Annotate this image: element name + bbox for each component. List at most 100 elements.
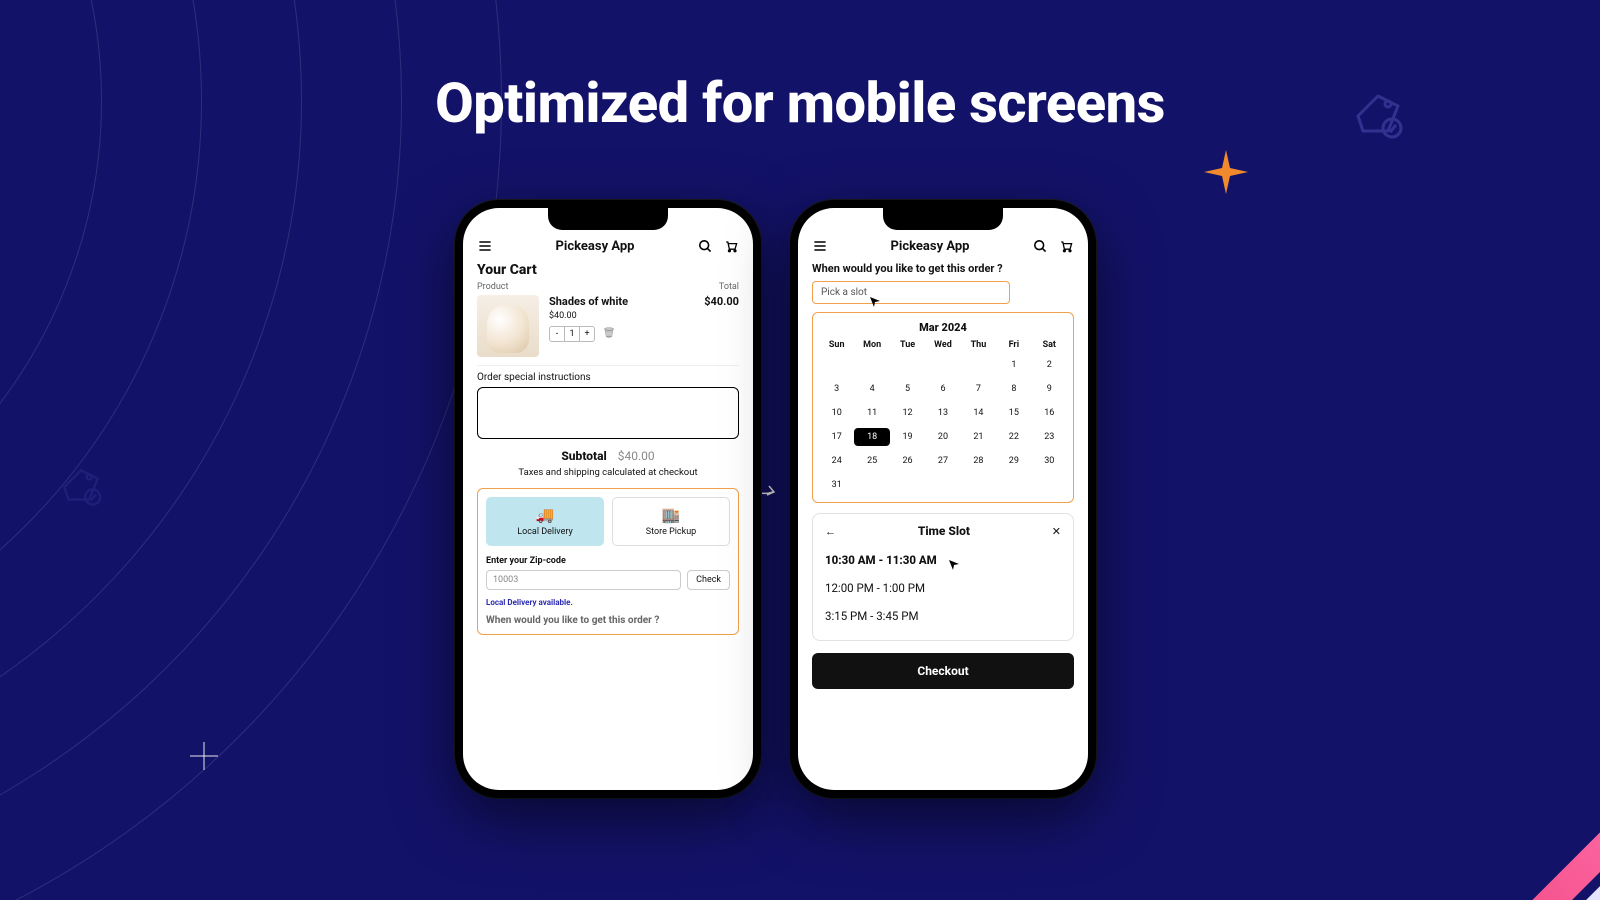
calendar-day[interactable]: 15 xyxy=(996,404,1031,422)
tag-check-icon xyxy=(1348,86,1408,146)
delivery-availability: Local Delivery available. xyxy=(486,598,730,607)
calendar-day[interactable]: 23 xyxy=(1032,428,1067,446)
calendar-day[interactable]: 28 xyxy=(961,452,996,470)
app-title: Pickeasy App xyxy=(556,239,635,254)
calendar-empty xyxy=(854,356,889,374)
calendar-day[interactable]: 3 xyxy=(819,380,854,398)
weekday-header: Thu xyxy=(961,340,996,350)
product-thumbnail[interactable] xyxy=(477,295,539,357)
weekday-header: Sat xyxy=(1032,340,1067,350)
special-instructions-label: Order special instructions xyxy=(477,372,739,383)
calendar-empty xyxy=(1032,476,1067,494)
sparkle-icon xyxy=(1204,150,1248,194)
calendar-day[interactable]: 8 xyxy=(996,380,1031,398)
app-title: Pickeasy App xyxy=(891,239,970,254)
phone-notch xyxy=(548,208,668,230)
timeslot-panel: ← Time Slot ✕ 10:30 AM - 11:30 AM 12:00 … xyxy=(812,513,1074,641)
calendar-day[interactable]: 25 xyxy=(854,452,889,470)
app-bar: Pickeasy App xyxy=(477,238,739,254)
method-store-pickup[interactable]: 🏬 Store Pickup xyxy=(612,497,730,546)
back-icon[interactable]: ← xyxy=(825,525,836,538)
hamburger-icon[interactable] xyxy=(477,238,493,254)
calendar-day[interactable]: 19 xyxy=(890,428,925,446)
col-product: Product xyxy=(477,282,508,292)
subtotal-label: Subtotal xyxy=(561,449,606,463)
col-total: Total xyxy=(719,282,739,292)
search-icon[interactable] xyxy=(1032,238,1048,254)
subtotal-row: Subtotal $40.00 xyxy=(477,449,739,463)
calendar-day[interactable]: 11 xyxy=(854,404,889,422)
calendar-day[interactable]: 27 xyxy=(925,452,960,470)
zip-check-button[interactable]: Check xyxy=(687,570,730,590)
calendar-empty xyxy=(925,476,960,494)
calendar-day[interactable]: 26 xyxy=(890,452,925,470)
weekday-header: Tue xyxy=(890,340,925,350)
method-label: Store Pickup xyxy=(617,527,725,537)
weekday-header: Sun xyxy=(819,340,854,350)
tag-check-icon xyxy=(56,462,106,512)
calendar-day[interactable]: 20 xyxy=(925,428,960,446)
truck-icon: 🚚 xyxy=(491,506,599,524)
subtotal-amount: $40.00 xyxy=(618,449,655,463)
hamburger-icon[interactable] xyxy=(812,238,828,254)
cursor-icon xyxy=(949,560,959,570)
calendar-day[interactable]: 4 xyxy=(854,380,889,398)
calendar-day[interactable]: 9 xyxy=(1032,380,1067,398)
zip-label: Enter your Zip-code xyxy=(486,556,730,566)
quantity-stepper[interactable]: - 1 + xyxy=(549,326,595,342)
qty-plus[interactable]: + xyxy=(580,327,594,341)
calendar-empty xyxy=(819,356,854,374)
calendar-day[interactable]: 6 xyxy=(925,380,960,398)
weekday-header: Mon xyxy=(854,340,889,350)
calendar-day[interactable]: 1 xyxy=(996,356,1031,374)
calendar-day[interactable]: 2 xyxy=(1032,356,1067,374)
close-icon[interactable]: ✕ xyxy=(1052,525,1061,538)
calendar-day[interactable]: 12 xyxy=(890,404,925,422)
timeslot-option[interactable]: 3:15 PM - 3:45 PM xyxy=(825,602,1061,630)
schedule-prompt: When would you like to get this order ? xyxy=(486,615,730,626)
calendar-day[interactable]: 31 xyxy=(819,476,854,494)
app-bar: Pickeasy App xyxy=(812,238,1074,254)
calendar-empty xyxy=(890,476,925,494)
calendar-day[interactable]: 22 xyxy=(996,428,1031,446)
calendar-day[interactable]: 7 xyxy=(961,380,996,398)
phone-mockup-schedule: Pickeasy App When would you like to get … xyxy=(790,200,1096,798)
special-instructions-input[interactable] xyxy=(477,387,739,439)
cursor-icon xyxy=(870,297,880,307)
calendar-day[interactable]: 16 xyxy=(1032,404,1067,422)
calendar-day[interactable]: 29 xyxy=(996,452,1031,470)
calendar-empty xyxy=(996,476,1031,494)
calendar-day[interactable]: 17 xyxy=(819,428,854,446)
calendar-day[interactable]: 5 xyxy=(890,380,925,398)
slot-picker-input[interactable]: Pick a slot xyxy=(812,281,1010,304)
calendar-day[interactable]: 24 xyxy=(819,452,854,470)
calendar-empty xyxy=(961,356,996,374)
weekday-header: Fri xyxy=(996,340,1031,350)
calendar-day[interactable]: 14 xyxy=(961,404,996,422)
method-label: Local Delivery xyxy=(491,527,599,537)
qty-minus[interactable]: - xyxy=(550,327,564,341)
timeslot-option[interactable]: 10:30 AM - 11:30 AM xyxy=(825,546,1061,574)
weekday-header: Wed xyxy=(925,340,960,350)
product-unit-price: $40.00 xyxy=(549,311,694,321)
calendar-day[interactable]: 30 xyxy=(1032,452,1067,470)
cart-icon[interactable] xyxy=(723,238,739,254)
calendar-day[interactable]: 21 xyxy=(961,428,996,446)
remove-item-icon[interactable]: 🗑 xyxy=(603,328,616,339)
qty-value: 1 xyxy=(564,327,580,341)
method-local-delivery[interactable]: 🚚 Local Delivery xyxy=(486,497,604,546)
zip-input[interactable]: 10003 xyxy=(486,570,681,590)
product-name[interactable]: Shades of white xyxy=(549,295,694,308)
checkout-button[interactable]: Checkout xyxy=(812,653,1074,689)
timeslot-option[interactable]: 12:00 PM - 1:00 PM xyxy=(825,574,1061,602)
phone-notch xyxy=(883,208,1003,230)
calendar-day[interactable]: 13 xyxy=(925,404,960,422)
schedule-prompt: When would you like to get this order ? xyxy=(812,262,1074,275)
store-icon: 🏬 xyxy=(617,506,725,524)
search-icon[interactable] xyxy=(697,238,713,254)
cart-icon[interactable] xyxy=(1058,238,1074,254)
calendar-day[interactable]: 10 xyxy=(819,404,854,422)
calendar-empty xyxy=(890,356,925,374)
calendar-day[interactable]: 18 xyxy=(854,428,889,446)
calendar-empty xyxy=(961,476,996,494)
